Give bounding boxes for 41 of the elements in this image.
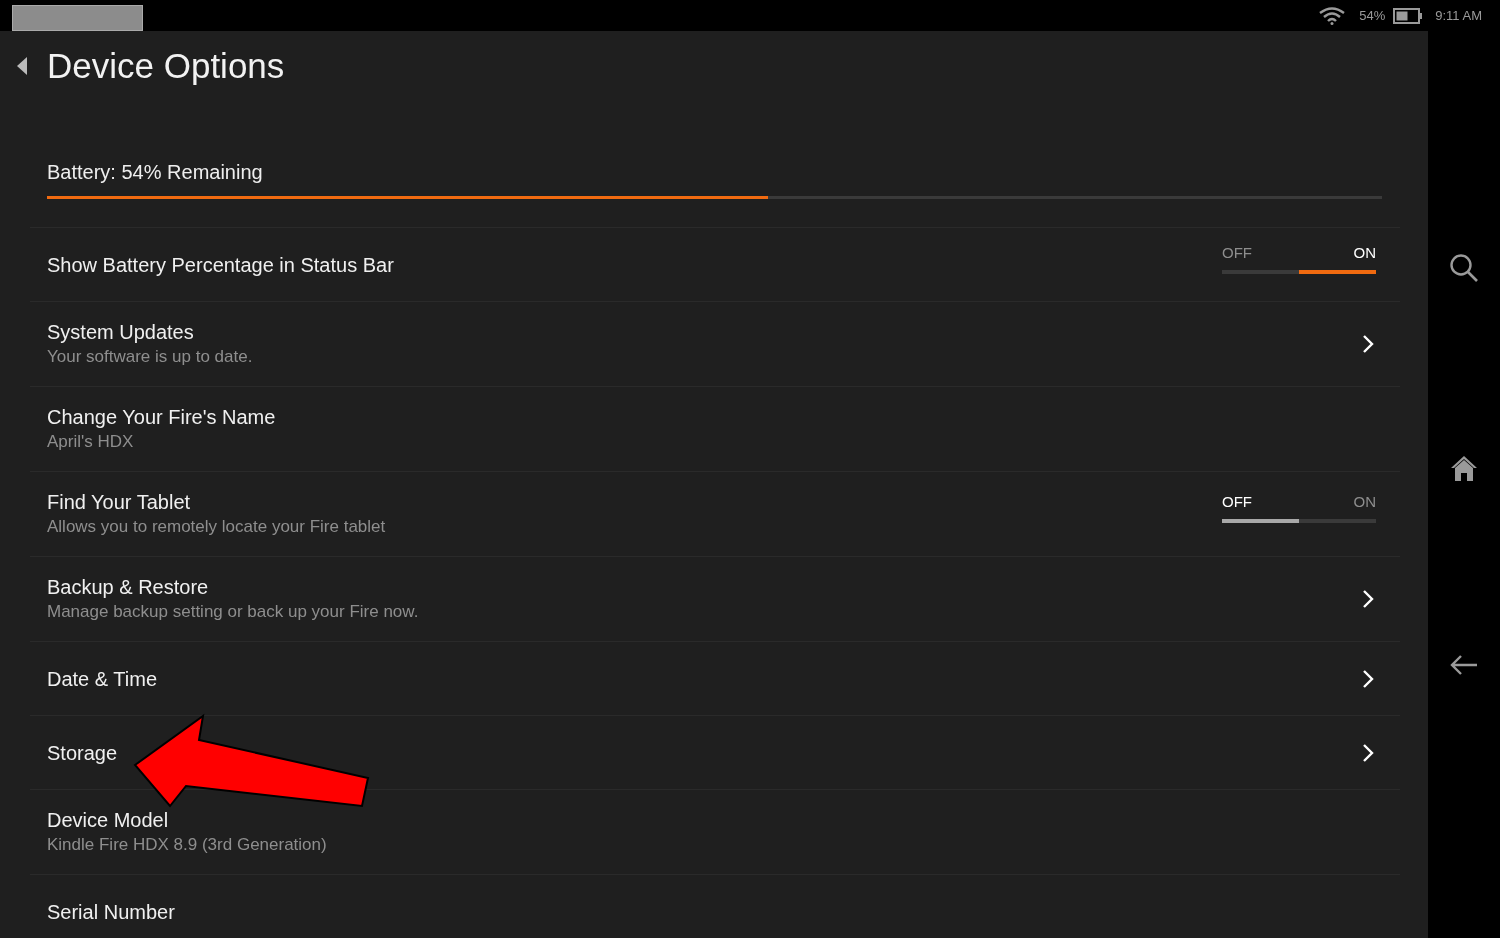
page-title: Device Options xyxy=(47,46,285,86)
row-title: Device Model xyxy=(47,808,170,833)
row-subtitle: Your software is up to date. xyxy=(47,346,254,368)
row-title: Show Battery Percentage in Status Bar xyxy=(47,252,395,278)
search-icon[interactable] xyxy=(1449,253,1479,283)
row-title: Serial Number xyxy=(47,899,176,925)
home-icon[interactable] xyxy=(1450,455,1478,482)
row-title: Storage xyxy=(47,740,119,766)
row-subtitle: April's HDX xyxy=(47,431,135,453)
clock: 9:11 AM xyxy=(1435,8,1482,23)
row-title: Backup & Restore xyxy=(47,575,210,600)
on-off-switch[interactable]: OFF ON xyxy=(1222,493,1376,523)
back-icon[interactable] xyxy=(1450,654,1478,676)
off-label: OFF xyxy=(1222,493,1252,510)
settings-row[interactable]: Change Your Fire's Name April's HDX xyxy=(30,386,1400,471)
row-subtitle: Allows you to remotely locate your Fire tablet xyxy=(47,516,387,538)
back-arrow-icon[interactable] xyxy=(16,56,28,76)
row-title: Date & Time xyxy=(47,666,159,692)
off-label: OFF xyxy=(1222,243,1252,261)
settings-row[interactable]: Find Your Tablet Allows you to remotely locate your Fire tablet OFF ON xyxy=(30,471,1400,556)
row-title: System Updates xyxy=(47,320,195,345)
chevron-right-icon xyxy=(1362,589,1374,609)
row-subtitle: Manage backup setting or back up your Fire now. xyxy=(47,601,420,623)
row-subtitle: Kindle Fire HDX 8.9 (3rd Generation) xyxy=(47,834,328,856)
row-title: Find Your Tablet xyxy=(47,490,192,515)
on-label: ON xyxy=(1353,493,1376,510)
settings-row[interactable]: Date & Time xyxy=(30,641,1400,715)
battery-icon xyxy=(1393,7,1424,24)
row-title: Change Your Fire's Name xyxy=(47,405,277,430)
battery-percentage: 54% xyxy=(1359,8,1386,23)
wifi-icon xyxy=(1319,6,1346,25)
chevron-right-icon xyxy=(1362,334,1374,354)
settings-row[interactable]: Show Battery Percentage in Status Bar OFF ON xyxy=(30,227,1400,301)
on-off-switch[interactable]: OFF ON xyxy=(1222,243,1376,274)
settings-row[interactable]: Backup & Restore Manage backup setting or back up your Fire now. xyxy=(30,556,1400,641)
chevron-right-icon xyxy=(1362,668,1374,689)
settings-row[interactable]: System Updates Your software is up to date. xyxy=(30,301,1400,386)
battery-label: Battery: 54% Remaining xyxy=(47,160,264,185)
chevron-right-icon xyxy=(1362,742,1374,763)
on-label: ON xyxy=(1353,243,1376,261)
settings-row[interactable]: Serial Number xyxy=(30,874,1400,938)
